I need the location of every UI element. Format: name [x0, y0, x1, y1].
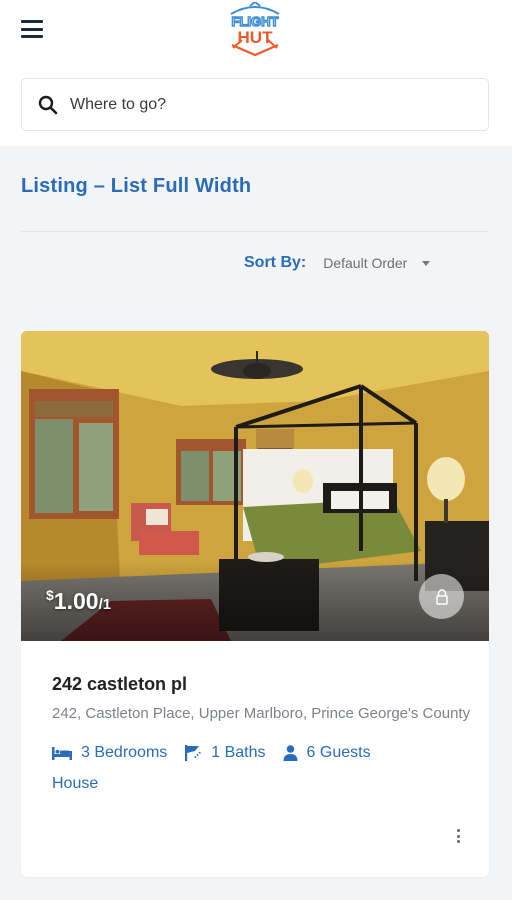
more-options-icon[interactable] — [450, 827, 466, 845]
caret-down-icon — [422, 260, 431, 266]
listing-address: 242, Castleton Place, Upper Marlboro, Pr… — [52, 705, 471, 722]
sort-selected-value: Default Order — [323, 255, 408, 271]
lock-icon — [435, 588, 448, 605]
price-unit: /1 — [98, 596, 112, 613]
sort-dropdown[interactable]: Default Order — [323, 255, 431, 271]
flight-hut-logo[interactable]: FLIGHT HUT — [222, 2, 288, 58]
bedrooms-label: 3 Bedrooms — [81, 744, 168, 761]
user-icon — [283, 745, 298, 761]
search-bar[interactable] — [21, 78, 489, 131]
bed-icon — [52, 746, 72, 760]
app-header: FLIGHT HUT — [0, 0, 512, 146]
listing-title[interactable]: 242 castleton pl — [52, 674, 187, 695]
sort-label: Sort By: — [244, 254, 307, 271]
listing-price: $ 1.00 /1 — [46, 587, 112, 615]
lock-button[interactable] — [419, 574, 464, 619]
listing-features: 3 Bedrooms 1 Baths 6 Guests — [52, 744, 388, 762]
logo-top-text: FLIGHT — [232, 14, 279, 29]
search-icon — [38, 95, 58, 114]
feature-guests: 6 Guests — [283, 744, 371, 762]
bath-icon — [185, 745, 202, 761]
sort-bar: Sort By: Default Order — [244, 252, 431, 274]
price-amount: 1.00 — [53, 588, 99, 614]
property-type[interactable]: House — [52, 775, 98, 793]
price-currency: $ — [46, 587, 54, 603]
search-input[interactable] — [70, 95, 450, 114]
listing-card[interactable]: $ 1.00 /1 242 castleton pl 242, Castleto… — [21, 331, 489, 877]
feature-baths: 1 Baths — [184, 744, 266, 762]
logo-bottom-text: HUT — [238, 28, 274, 47]
feature-bedrooms: 3 Bedrooms — [52, 744, 167, 762]
hamburger-menu-icon[interactable] — [20, 18, 44, 40]
guests-label: 6 Guests — [306, 744, 371, 761]
baths-label: 1 Baths — [211, 744, 266, 761]
page-title: Listing – List Full Width — [21, 175, 252, 197]
divider — [21, 231, 489, 232]
